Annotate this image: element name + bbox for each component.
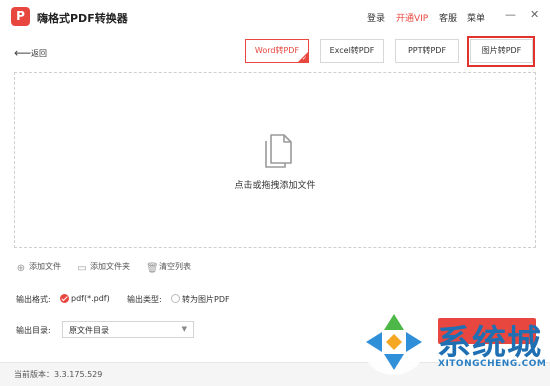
type-option-label: 转为图片PDF (182, 295, 230, 304)
add-folder-label: 添加文件夹 (90, 262, 130, 271)
app-title: 嗨格式PDF转换器 (37, 12, 128, 25)
type-radio-image-pdf[interactable] (171, 294, 180, 303)
app-logo-icon: P (11, 7, 30, 26)
login-link[interactable]: 登录 (367, 11, 385, 24)
clear-list-button[interactable]: 🗑清空列表 (146, 261, 191, 274)
check-icon: ✓ (301, 55, 307, 62)
folder-icon: ▭ (77, 263, 87, 274)
plus-circle-icon: ⊕ (16, 263, 26, 274)
close-button[interactable]: ✕ (530, 9, 539, 21)
tab-excel-to-pdf[interactable]: Excel转PDF (320, 39, 384, 63)
minimize-button[interactable]: — (505, 9, 516, 21)
file-drop-zone[interactable]: 点击或拖拽添加文件 (14, 72, 536, 248)
back-label: 返回 (31, 49, 47, 58)
output-dir-label: 输出目录: (16, 326, 51, 335)
document-stack-icon (265, 134, 292, 168)
output-type-label: 输出类型: (127, 295, 162, 304)
drop-hint-text: 点击或拖拽添加文件 (234, 181, 316, 191)
menu-link[interactable]: 菜单 (467, 11, 485, 24)
watermark-url: XITONGCHENG.COM (438, 359, 547, 369)
chevron-down-icon: ▼ (181, 325, 187, 333)
watermark-logo-icon (361, 309, 427, 375)
highlight-frame (467, 36, 535, 67)
output-dir-value: 原文件目录 (69, 326, 109, 335)
trash-icon: 🗑 (146, 263, 159, 274)
version-text: 当前版本：3.3.175.529 (14, 370, 103, 379)
tab-label: Excel转PDF (329, 46, 375, 55)
add-folder-button[interactable]: ▭ 添加文件夹 (77, 261, 130, 274)
tab-label: Word转PDF (254, 46, 300, 55)
watermark-text: 系统城 (437, 323, 542, 363)
clear-list-label: 清空列表 (159, 262, 191, 271)
open-vip-link[interactable]: 开通VIP (396, 11, 428, 24)
title-bar: P 嗨格式PDF转换器 登录 开通VIP 客服 菜单 — ✕ (0, 0, 550, 34)
format-value: pdf(*.pdf) (71, 294, 110, 303)
add-file-label: 添加文件 (29, 262, 61, 271)
tab-label: PPT转PDF (407, 46, 447, 55)
output-format-label: 输出格式: (16, 295, 51, 304)
back-arrow-icon: ⟵ (14, 46, 32, 60)
customer-service-link[interactable]: 客服 (439, 11, 457, 24)
tab-ppt-to-pdf[interactable]: PPT转PDF (395, 39, 459, 63)
format-radio-pdf[interactable] (60, 294, 69, 303)
output-dir-select[interactable]: 原文件目录 ▼ (62, 321, 194, 338)
tab-word-to-pdf[interactable]: Word转PDF ✓ (245, 39, 309, 63)
add-file-button[interactable]: ⊕ 添加文件 (16, 261, 61, 274)
